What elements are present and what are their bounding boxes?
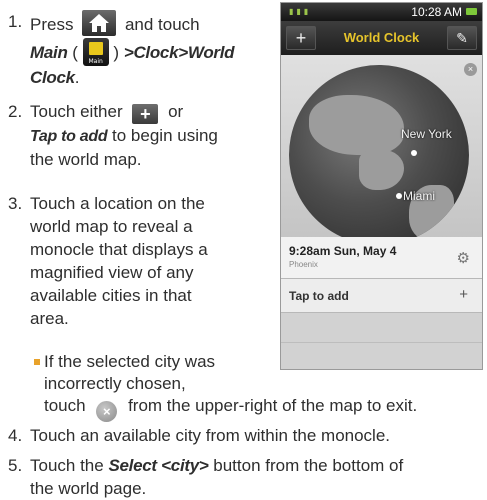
step-5: 5. Touch the Select <city> button from t… bbox=[8, 454, 487, 500]
city-marker[interactable] bbox=[411, 150, 417, 156]
step-text-part: ( bbox=[72, 43, 78, 62]
tap-to-add-label: Tap to add bbox=[289, 289, 349, 303]
main-icon-label: Main bbox=[88, 58, 103, 65]
edit-button[interactable]: ✎ bbox=[447, 26, 477, 50]
step-text-part: to begin using bbox=[112, 126, 218, 145]
plus-icon: + bbox=[132, 104, 159, 124]
separator: > bbox=[178, 43, 188, 62]
home-icon bbox=[82, 10, 117, 36]
step-text: Press and touch Main ( Main ) >Clock>Wor… bbox=[30, 10, 280, 89]
step-2: 2. Touch either + or Tap to add to begin… bbox=[8, 100, 278, 172]
select-city-label: Select <city> bbox=[108, 456, 209, 475]
entry-city: Phoenix bbox=[289, 260, 318, 269]
entry-time: 9:28am Sun, May 4 bbox=[289, 244, 397, 258]
step-text-part: from the upper-right of the map to exit. bbox=[128, 396, 418, 415]
step-4: 4. Touch an available city from within t… bbox=[8, 424, 487, 448]
step-3: 3. Touch a location on the world map to … bbox=[8, 192, 278, 332]
city-marker[interactable] bbox=[396, 193, 402, 199]
add-icon[interactable]: + bbox=[459, 286, 468, 303]
step-text: Touch a location on the world map to rev… bbox=[30, 192, 280, 330]
step-number: 5. bbox=[8, 456, 23, 475]
step-text-part: ) bbox=[113, 43, 120, 62]
world-clock-label: Clock bbox=[30, 68, 75, 87]
city-label: Miami bbox=[403, 189, 435, 203]
status-time: 10:28 AM bbox=[411, 5, 462, 19]
close-icon: × bbox=[96, 401, 118, 422]
step-text: Touch either + or Tap to add to begin us… bbox=[30, 100, 280, 171]
separator: > bbox=[123, 43, 134, 62]
city-label: New York bbox=[401, 127, 452, 141]
step-text-line: monocle that displays a bbox=[30, 240, 208, 259]
step-text-part: the world page. bbox=[30, 479, 147, 498]
step-text-part: Touch the bbox=[30, 456, 104, 475]
bullet-line: incorrectly chosen, bbox=[44, 374, 186, 393]
main-menu-icon: Main bbox=[82, 38, 109, 66]
empty-list-area bbox=[281, 313, 482, 369]
world-map[interactable]: New York Miami × bbox=[281, 55, 482, 245]
step-number: 4. bbox=[8, 426, 23, 445]
step-number: 3. bbox=[8, 194, 23, 213]
status-bar: ▮▮▮ 10:28 AM bbox=[281, 3, 482, 21]
step-text: Touch an available city from within the … bbox=[30, 426, 391, 445]
step-text-part: . bbox=[74, 68, 80, 87]
step-text-part: Touch either bbox=[30, 102, 123, 121]
step-text-part: touch bbox=[44, 396, 86, 415]
step-1: 1. Press and touch Main ( Main ) >Clock>… bbox=[8, 10, 278, 87]
gear-icon[interactable]: ⚙ bbox=[457, 249, 470, 267]
step-number: 1. bbox=[8, 12, 23, 31]
step-text-part: button from the bottom of bbox=[213, 456, 404, 475]
close-map-icon[interactable]: × bbox=[464, 63, 477, 76]
step-text-line: available cities in that bbox=[30, 286, 192, 305]
clock-entry[interactable]: 9:28am Sun, May 4 Phoenix ⚙ bbox=[281, 237, 482, 279]
landmass bbox=[359, 150, 404, 190]
clock-label: Clock bbox=[133, 43, 179, 62]
main-label: Main bbox=[30, 43, 68, 62]
main-tile bbox=[88, 42, 103, 55]
step-text-line: Touch a location on the bbox=[30, 194, 205, 213]
bullet-marker bbox=[34, 359, 40, 365]
step-text-line: area. bbox=[30, 309, 69, 328]
step-number: 2. bbox=[8, 102, 23, 121]
phone-screenshot: ▮▮▮ 10:28 AM + World Clock ✎ New York Mi… bbox=[280, 2, 483, 370]
globe[interactable]: New York Miami bbox=[289, 65, 469, 245]
title-bar: + World Clock ✎ bbox=[281, 21, 482, 55]
step-text-part: Press bbox=[30, 15, 74, 34]
step-text-line: magnified view of any bbox=[30, 263, 194, 282]
step-text: Touch the Select <city> button from the … bbox=[30, 454, 403, 500]
step-text-part: and touch bbox=[124, 15, 200, 34]
tap-to-add-row[interactable]: Tap to add + bbox=[281, 279, 482, 313]
bullet-line: touch × from the upper-right of the map … bbox=[44, 394, 417, 422]
step-text-part: the world map. bbox=[30, 150, 142, 169]
signal-icon: ▮▮▮ bbox=[289, 7, 312, 16]
bullet-line: If the selected city was bbox=[44, 352, 216, 371]
landmass bbox=[309, 95, 404, 155]
step-text-line: world map to reveal a bbox=[30, 217, 193, 236]
tap-to-add-label: Tap to add bbox=[30, 128, 108, 145]
battery-icon bbox=[466, 8, 477, 15]
world-label: World bbox=[187, 43, 235, 62]
step-text-part: or bbox=[168, 102, 184, 121]
add-city-button[interactable]: + bbox=[286, 26, 316, 50]
screen-title: World Clock bbox=[343, 30, 420, 45]
